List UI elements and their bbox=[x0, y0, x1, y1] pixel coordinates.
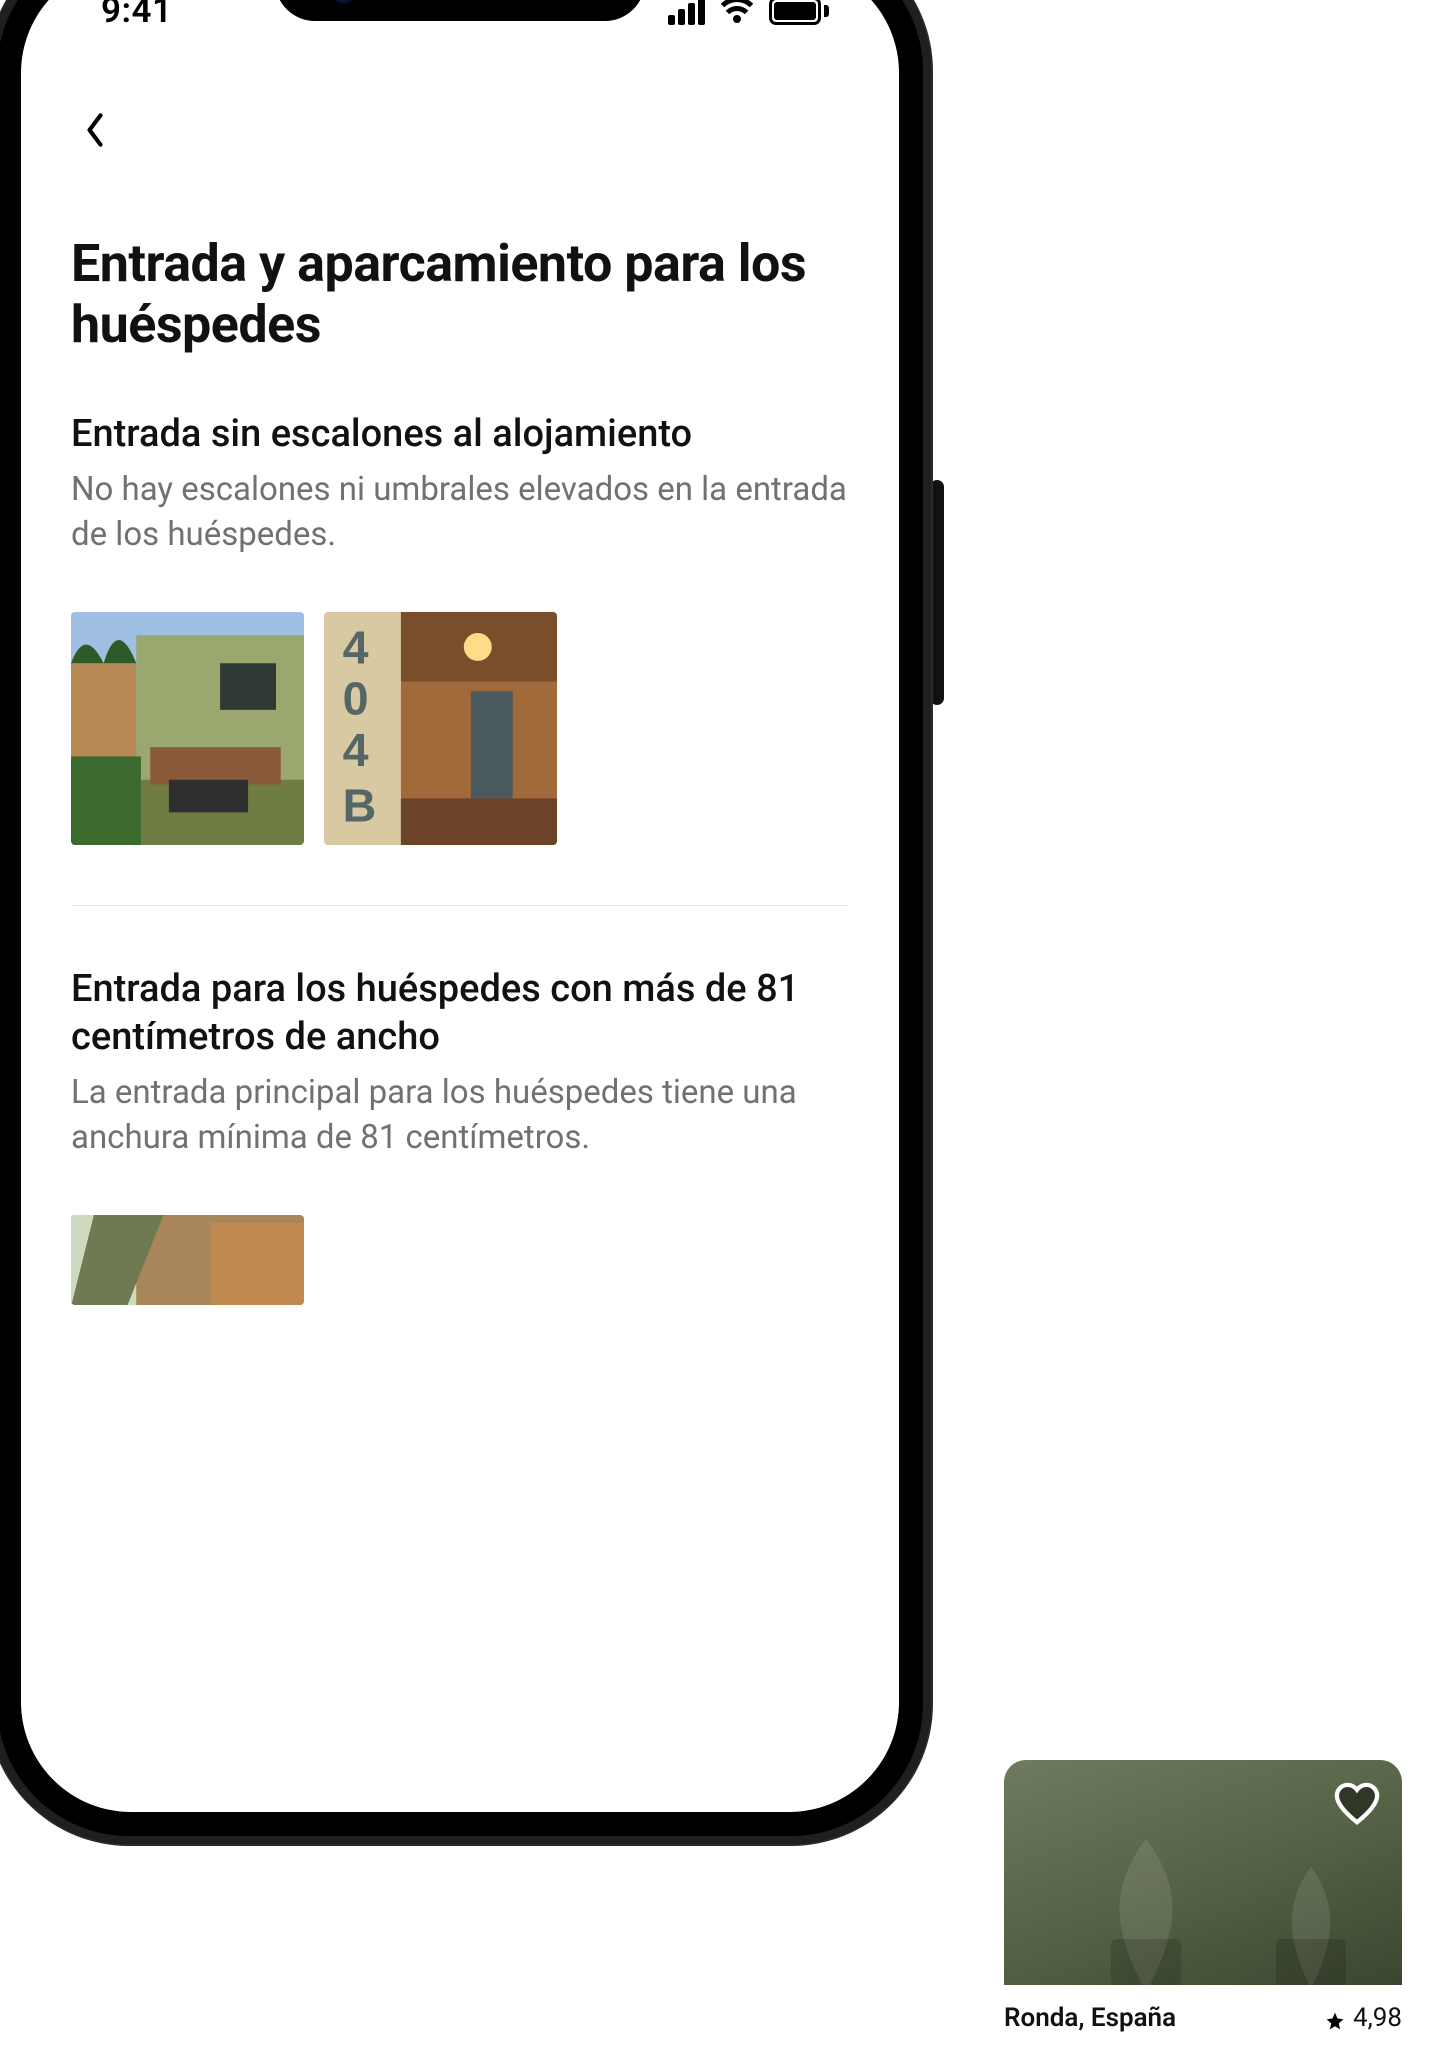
feature-section-stepfree: Entrada sin escalones al alojamiento No … bbox=[71, 411, 849, 846]
feature-description: No hay escalones ni umbrales elevados en… bbox=[71, 468, 849, 557]
listing-rating: 4,98 bbox=[1325, 2003, 1402, 2033]
svg-text:B: B bbox=[343, 780, 377, 832]
svg-text:0: 0 bbox=[343, 673, 369, 725]
wifi-icon bbox=[719, 0, 755, 25]
plant-pot-icon bbox=[1276, 1939, 1346, 1985]
heart-icon bbox=[1334, 1782, 1380, 1828]
feature-photo[interactable] bbox=[71, 612, 304, 845]
listing-caption: Ronda, España 4,98 bbox=[1004, 2003, 1402, 2033]
feature-photo-row: 4 0 4 B bbox=[71, 612, 849, 845]
plant-pot-icon bbox=[1111, 1939, 1181, 1985]
save-listing-button[interactable] bbox=[1334, 1782, 1380, 1828]
svg-text:4: 4 bbox=[343, 622, 369, 674]
feature-description: La entrada principal para los huéspedes … bbox=[71, 1071, 849, 1160]
feature-photo[interactable]: 4 0 4 B bbox=[324, 612, 557, 845]
listing-rating-value: 4,98 bbox=[1353, 2003, 1402, 2033]
feature-photo[interactable] bbox=[71, 1215, 304, 1305]
app-content: Entrada y aparcamiento para los huéspede… bbox=[21, 58, 899, 1812]
listing-location: Ronda, España bbox=[1004, 2003, 1176, 2033]
wide-entry-photo-icon bbox=[71, 1215, 304, 1305]
house-exterior-photo-icon bbox=[71, 612, 304, 845]
listing-card[interactable]: Ronda, España 4,98 bbox=[1004, 1760, 1402, 2033]
star-icon bbox=[1325, 2008, 1345, 2028]
battery-icon bbox=[769, 0, 829, 25]
feature-section-wide-entry: Entrada para los huéspedes con más de 81… bbox=[71, 966, 849, 1305]
phone-screen: 9:41 Entrada y a bbox=[21, 0, 899, 1812]
chevron-left-icon bbox=[84, 111, 106, 149]
page-title: Entrada y aparcamiento para los huéspede… bbox=[71, 233, 849, 356]
feature-heading: Entrada sin escalones al alojamiento bbox=[71, 411, 849, 459]
cellular-signal-icon bbox=[668, 0, 705, 25]
section-divider bbox=[71, 905, 849, 906]
entry-doorway-photo-icon: 4 0 4 B bbox=[324, 612, 557, 845]
status-clock: 9:41 bbox=[101, 0, 173, 31]
feature-heading: Entrada para los huéspedes con más de 81… bbox=[71, 966, 849, 1061]
listing-card-image bbox=[1004, 1760, 1402, 1985]
svg-text:4: 4 bbox=[343, 724, 369, 776]
power-button bbox=[930, 480, 944, 705]
feature-photo-row bbox=[71, 1215, 849, 1305]
back-button[interactable] bbox=[73, 108, 117, 152]
phone-device-frame: 9:41 Entrada y a bbox=[0, 0, 931, 1844]
status-bar: 9:41 bbox=[21, 0, 899, 58]
